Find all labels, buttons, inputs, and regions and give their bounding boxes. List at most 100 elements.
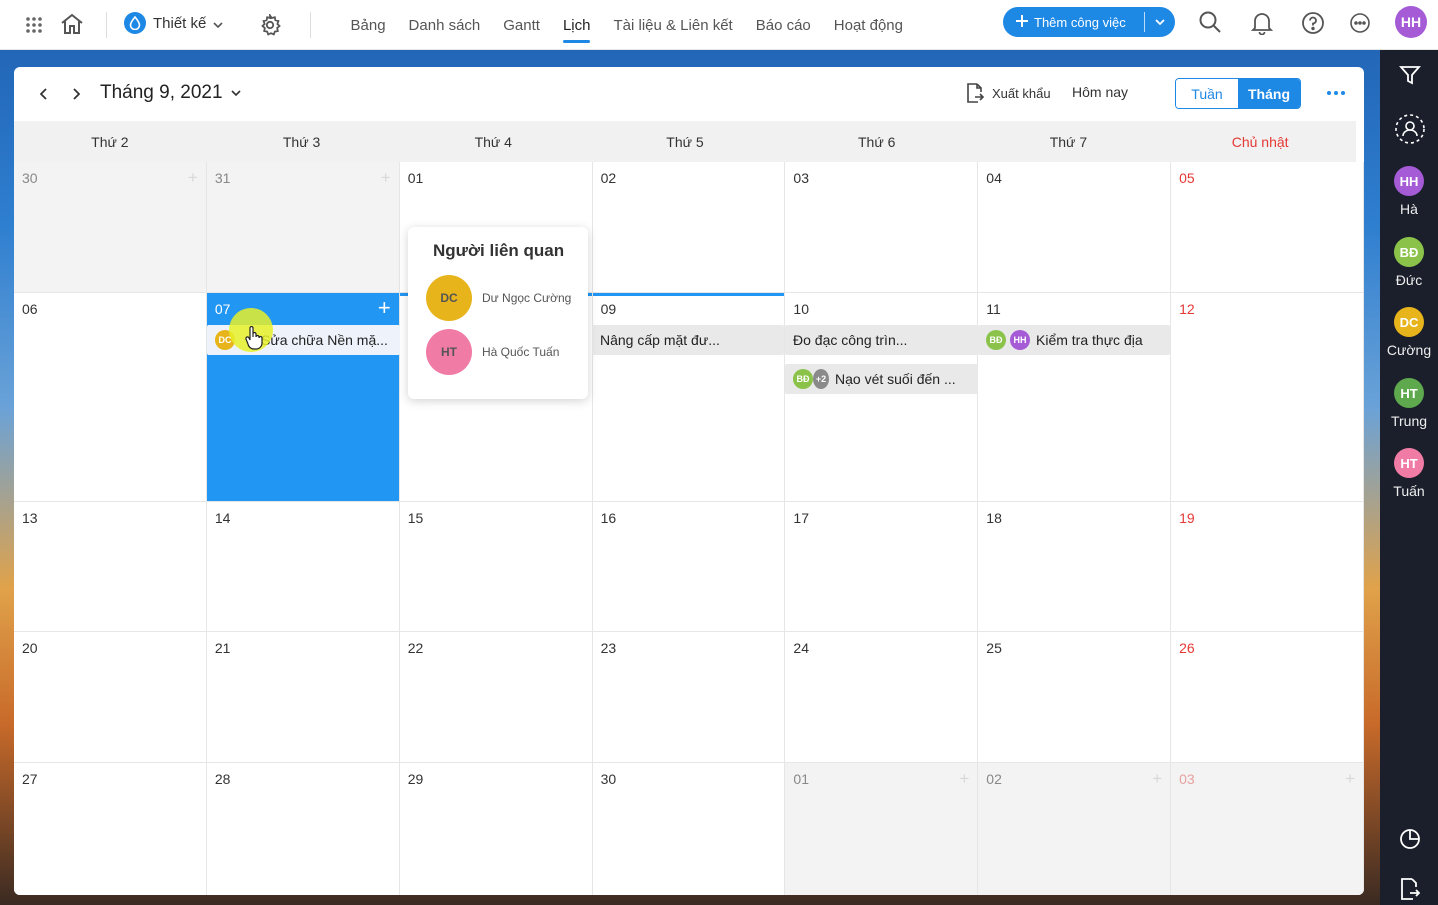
day-cell[interactable]: 01 + xyxy=(785,763,979,895)
day-cell[interactable]: 31 + xyxy=(206,162,400,293)
day-cell[interactable]: 29 xyxy=(399,763,593,895)
member-item[interactable]: HT Trung xyxy=(1380,378,1438,429)
month-view-button[interactable]: Tháng xyxy=(1238,79,1300,108)
day-number: 18 xyxy=(986,510,1002,526)
day-cell[interactable]: 28 xyxy=(206,763,400,895)
today-button[interactable]: Hôm nay xyxy=(1072,84,1128,100)
day-number: 30 xyxy=(600,771,617,787)
add-task-plus-icon[interactable]: + xyxy=(378,295,391,321)
member-item[interactable]: DC Cường xyxy=(1380,307,1438,358)
day-cell[interactable]: 27 xyxy=(14,763,207,895)
tab-reports[interactable]: Báo cáo xyxy=(744,0,822,50)
assignee-avatar: HH xyxy=(1010,330,1030,350)
add-task-plus-icon[interactable]: + xyxy=(188,168,198,188)
day-cell[interactable]: 03 + xyxy=(1171,763,1364,895)
task-chip[interactable]: BĐ HH Kiểm tra thực địa xyxy=(978,325,1170,355)
day-cell[interactable]: 02 xyxy=(592,162,786,293)
home-icon[interactable] xyxy=(60,12,84,36)
related-person[interactable]: HT Hà Quốc Tuấn xyxy=(426,329,588,375)
task-chip[interactable]: Nâng cấp mặt đư... xyxy=(592,325,784,355)
day-cell[interactable]: 24 xyxy=(785,632,979,763)
day-cell[interactable]: 22 xyxy=(399,632,593,763)
members-filter-icon[interactable] xyxy=(1394,113,1426,145)
export-file-icon xyxy=(967,83,984,103)
week-view-button[interactable]: Tuần xyxy=(1176,79,1238,108)
day-cell[interactable]: 14 xyxy=(206,502,400,632)
member-item[interactable]: HT Tuấn xyxy=(1380,448,1438,499)
month-title: Tháng 9, 2021 xyxy=(100,82,223,103)
bell-icon[interactable] xyxy=(1250,11,1274,35)
related-person[interactable]: DC Dư Ngọc Cường xyxy=(426,275,588,321)
apps-grid-icon[interactable] xyxy=(22,13,46,37)
task-title: Đo đạc công trìn... xyxy=(793,332,908,348)
project-selector[interactable]: Thiết kế xyxy=(124,12,223,34)
day-cell[interactable]: 13 xyxy=(14,502,207,632)
day-cell[interactable]: 03 xyxy=(785,162,979,293)
add-task-plus-icon[interactable]: + xyxy=(1152,769,1162,789)
task-chip[interactable]: BĐ +2 Nạo vét suối đến ... xyxy=(785,364,978,394)
day-cell[interactable]: 18 xyxy=(978,502,1172,632)
member-initials: DC xyxy=(1399,314,1419,330)
calendar-card: Tháng 9, 2021 Xuất khẩu Hôm nay Tuần Thá… xyxy=(14,67,1364,895)
tab-documents-links[interactable]: Tài liệu & Liên kết xyxy=(602,0,744,50)
member-name: Trung xyxy=(1390,413,1428,429)
add-task-dropdown[interactable] xyxy=(1145,7,1175,37)
day-cell[interactable]: 15 xyxy=(399,502,593,632)
tab-board[interactable]: Bảng xyxy=(339,0,397,50)
next-month-button[interactable] xyxy=(65,83,87,105)
task-chip[interactable]: Đo đạc công trìn... xyxy=(785,325,978,355)
day-number: 01 xyxy=(407,170,424,186)
chat-icon[interactable] xyxy=(1348,11,1372,35)
member-avatar: HT xyxy=(1394,448,1424,478)
month-selector[interactable]: Tháng 9, 2021 xyxy=(100,82,241,104)
day-number: 12 xyxy=(1179,301,1195,317)
day-number: 03 xyxy=(1179,771,1195,787)
day-number: 15 xyxy=(407,510,424,526)
member-item[interactable]: BĐ Đức xyxy=(1380,237,1438,288)
help-icon[interactable] xyxy=(1301,11,1325,35)
add-task-plus-icon[interactable]: + xyxy=(1345,769,1355,789)
day-cell[interactable]: 17 xyxy=(785,502,979,632)
person-initials: HT xyxy=(441,345,457,359)
day-cell[interactable]: 30 + xyxy=(14,162,207,293)
more-options-icon[interactable] xyxy=(1324,83,1348,103)
settings-gear-icon[interactable] xyxy=(258,13,282,37)
day-cell[interactable]: 16 xyxy=(592,502,786,632)
export-sidebar-icon[interactable] xyxy=(1396,875,1424,903)
member-item[interactable]: HH Hà xyxy=(1380,166,1438,217)
day-cell[interactable]: 26 xyxy=(1171,632,1364,763)
add-task-plus-icon[interactable]: + xyxy=(381,168,391,188)
export-button[interactable]: Xuất khẩu xyxy=(966,83,1051,103)
add-task-main[interactable]: Thêm công việc xyxy=(1003,7,1144,37)
day-cell[interactable]: 04 xyxy=(978,162,1172,293)
day-cell[interactable]: 19 xyxy=(1171,502,1364,632)
project-name: Thiết kế xyxy=(153,14,207,32)
day-cell[interactable]: 06 xyxy=(14,293,207,502)
day-cell[interactable]: 21 xyxy=(206,632,400,763)
pie-chart-icon[interactable] xyxy=(1396,825,1424,853)
day-cell[interactable]: 12 xyxy=(1171,293,1364,502)
weekday-label: Thứ 2 xyxy=(91,133,129,150)
tab-activity[interactable]: Hoạt động xyxy=(822,0,914,50)
right-sidebar: HH Hà BĐ Đức DC Cường HT Trung HT Tuấn xyxy=(1380,50,1438,905)
search-icon[interactable] xyxy=(1198,10,1222,34)
add-task-button[interactable]: Thêm công việc xyxy=(1003,7,1175,37)
tab-list[interactable]: Danh sách xyxy=(397,0,492,50)
weekday-label: Thứ 6 xyxy=(858,133,896,150)
tab-gantt[interactable]: Gantt xyxy=(492,0,552,50)
day-cell[interactable]: 20 xyxy=(14,632,207,763)
day-cell[interactable]: 23 xyxy=(592,632,786,763)
day-number: 29 xyxy=(407,771,424,787)
user-avatar[interactable]: HH xyxy=(1395,6,1427,38)
add-task-plus-icon[interactable]: + xyxy=(959,769,969,789)
day-number: 30 xyxy=(22,170,38,186)
task-title: Nâng cấp mặt đư... xyxy=(600,332,720,348)
day-cell[interactable]: 30 xyxy=(592,763,786,895)
filter-icon[interactable] xyxy=(1396,61,1424,89)
tab-calendar[interactable]: Lịch xyxy=(551,0,602,50)
weekday-label: Thứ 7 xyxy=(1049,133,1088,150)
prev-month-button[interactable] xyxy=(33,83,55,105)
day-cell[interactable]: 02 + xyxy=(978,763,1172,895)
day-cell[interactable]: 25 xyxy=(978,632,1172,763)
day-cell[interactable]: 05 xyxy=(1171,162,1364,293)
